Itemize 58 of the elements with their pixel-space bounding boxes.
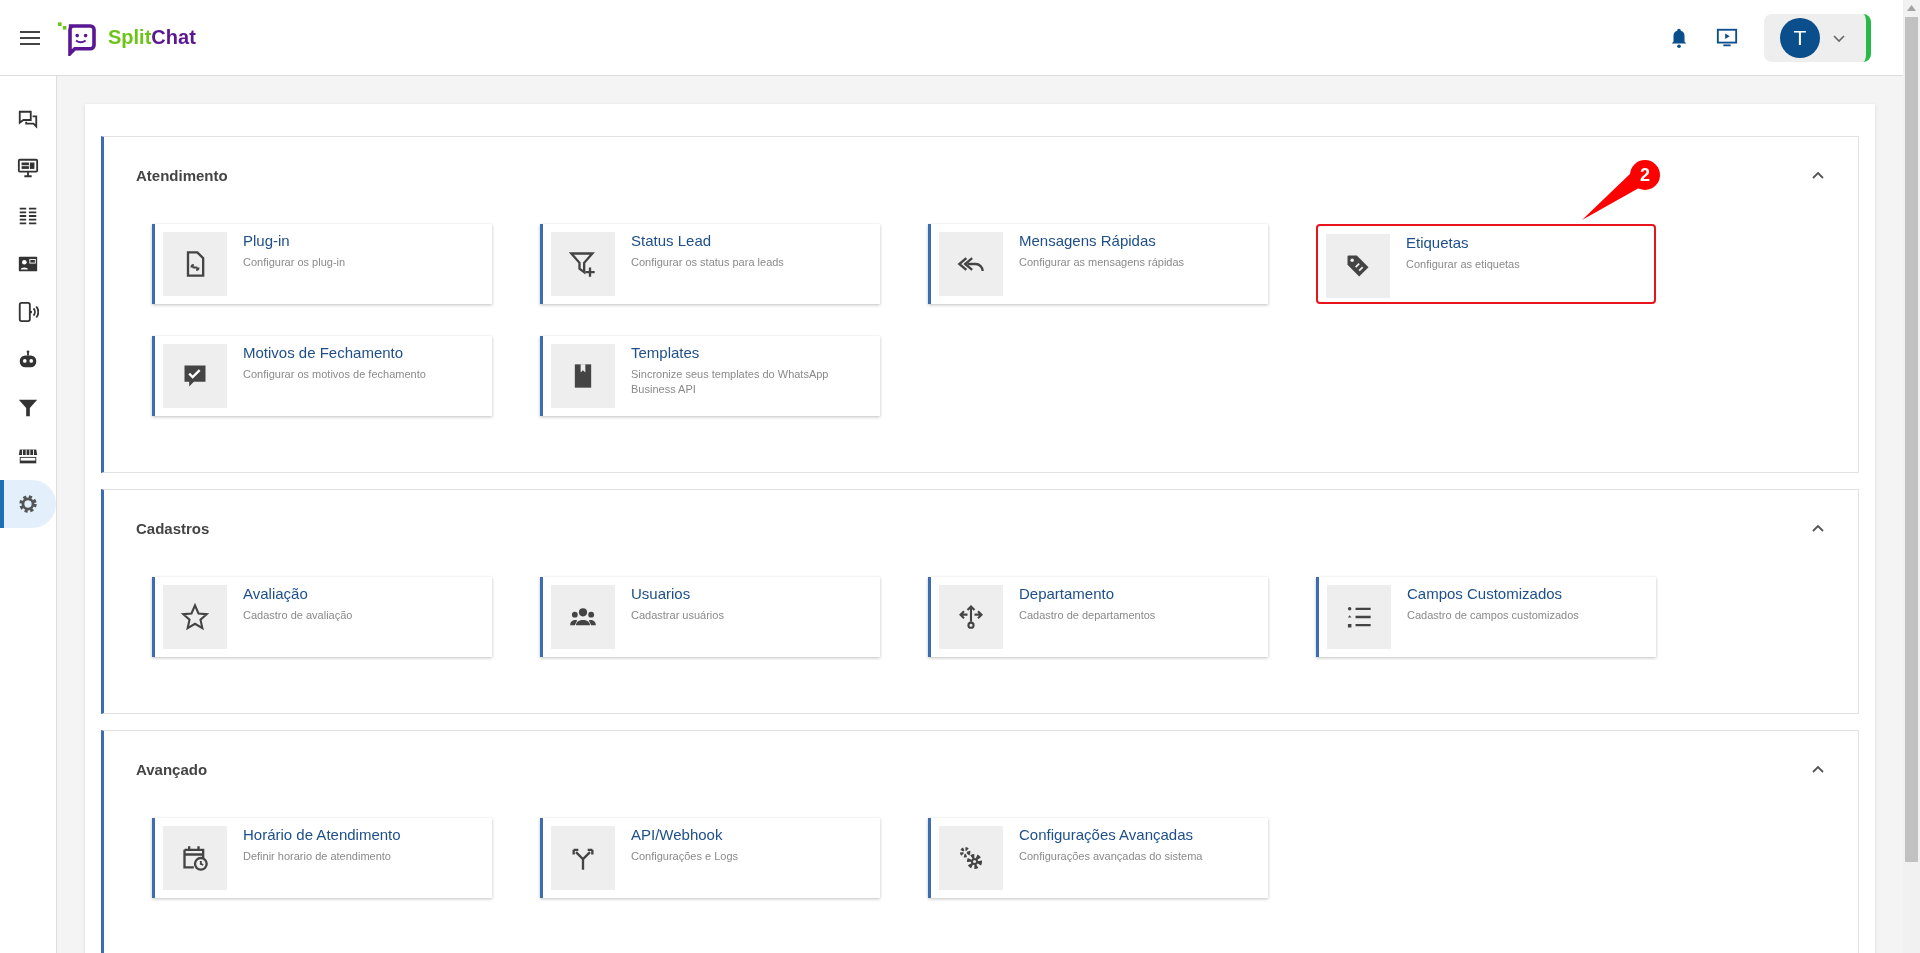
card-title: Motivos de Fechamento (243, 344, 405, 361)
filter-icon (17, 397, 39, 419)
section-title: Atendimento (136, 167, 228, 184)
card-description: Configurar os motivos de fechamento (243, 367, 426, 382)
card-title: API/Webhook (631, 826, 724, 843)
settings-card[interactable]: Avaliação Cadastro de avaliação (152, 577, 492, 657)
gears-icon (957, 844, 985, 872)
card-title: Configurações Avançadas (1019, 826, 1194, 843)
phone-signal-icon (17, 301, 39, 323)
settings-card[interactable]: Configurações Avançadas Configurações avançadas do sistema (928, 818, 1268, 898)
card-description: Configurações avançadas do sistema (1019, 849, 1203, 864)
settings-card[interactable]: Usuarios Cadastrar usuários (540, 577, 880, 657)
filter-plus-icon (569, 250, 597, 278)
settings-card[interactable]: Mensagens Rápidas Configurar as mensagens rápidas (928, 224, 1268, 304)
monitor-icon (17, 157, 39, 179)
arrows-split-icon (957, 603, 985, 631)
card-title: Usuarios (631, 585, 692, 602)
star-icon (181, 603, 209, 631)
settings-card[interactable]: Status Lead Configurar os status para leads (540, 224, 880, 304)
card-description: Definir horario de atendimento (243, 849, 392, 864)
card-title: Horário de Atendimento (243, 826, 401, 843)
settings-card[interactable]: Templates Sincronize seus templates do WhatsApp Business API (540, 336, 880, 416)
menu-icon[interactable] (20, 29, 40, 46)
card-description: Configurar os status para leads (631, 255, 784, 270)
card-title: Departamento (1019, 585, 1116, 602)
tv-play-icon[interactable] (1716, 26, 1738, 49)
card-title: Campos Customizados (1407, 585, 1564, 602)
card-title: Status Lead (631, 232, 713, 249)
card-description: Configurar as mensagens rápidas (1019, 255, 1185, 270)
user-menu[interactable]: T (1764, 13, 1871, 62)
card-description: Configurar os plug-in (243, 255, 346, 270)
settings-card[interactable]: Campos Customizados Cadastro de campos customizados (1316, 577, 1656, 657)
card-description: Cadastro de avaliação (243, 608, 353, 623)
card-title: Mensagens Rápidas (1019, 232, 1157, 249)
chat-bubbles-icon (17, 109, 39, 131)
settings-card[interactable]: Horário de Atendimento Definir horario de atendimento (152, 818, 492, 898)
sidebar-item[interactable] (0, 480, 56, 528)
card-description: Configurar as etiquetas (1406, 257, 1520, 272)
card-description: Cadastro de campos customizados (1407, 608, 1579, 623)
settings-icon (17, 493, 39, 515)
settings-card[interactable]: Plug-in Configurar os plug-in (152, 224, 492, 304)
card-title: Templates (631, 344, 701, 361)
card-title: Plug-in (243, 232, 291, 249)
section-title: Avançado (136, 761, 208, 778)
card-description: Cadastrar usuários (631, 608, 724, 623)
section-title: Cadastros (136, 520, 210, 537)
table-list-icon (17, 205, 39, 227)
logo-text: SplitChat (108, 26, 196, 49)
card-description: Configurações e Logs (631, 849, 738, 864)
card-description: Cadastro de departamentos (1019, 608, 1156, 623)
calendar-clock-icon (181, 844, 209, 872)
card-title: Etiquetas (1406, 234, 1470, 251)
card-description: Sincronize seus templates do WhatsApp Business API (631, 367, 830, 397)
card-title: Avaliação (243, 585, 309, 602)
settings-card[interactable]: Departamento Cadastro de departamentos (928, 577, 1268, 657)
settings-card[interactable]: API/Webhook Configurações e Logs (540, 818, 880, 898)
settings-card[interactable]: Motivos de Fechamento Configurar os motivos de fechamento (152, 336, 492, 416)
user-avatar: T (1780, 17, 1820, 58)
